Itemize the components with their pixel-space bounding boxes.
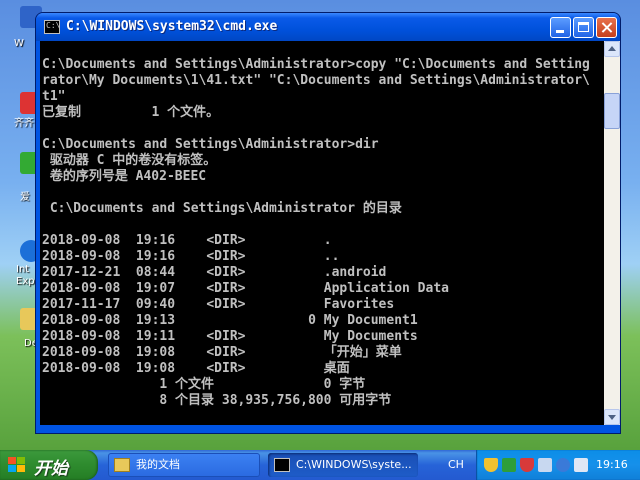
desktop-icon-label: 爱 <box>20 192 30 203</box>
network-icon[interactable] <box>502 458 516 472</box>
maximize-button[interactable] <box>573 17 594 38</box>
update-icon[interactable] <box>556 458 570 472</box>
task-label: C:\WINDOWS\syste... <box>296 458 412 471</box>
console-text: C:\Documents and Settings\Administrator>… <box>42 57 590 408</box>
volume-icon[interactable] <box>574 458 588 472</box>
window-title: C:\WINDOWS\system32\cmd.exe <box>66 19 278 34</box>
desktop-icon-label: Exp <box>16 276 35 287</box>
window-frame-bottom <box>36 425 620 433</box>
scroll-thumb[interactable] <box>604 93 620 129</box>
window-titlebar[interactable]: C:\ C:\WINDOWS\system32\cmd.exe <box>36 13 620 41</box>
task-my-documents[interactable]: 我的文档 <box>108 453 260 477</box>
language-indicator[interactable]: CH <box>448 458 464 471</box>
cmd-window[interactable]: C:\ C:\WINDOWS\system32\cmd.exe C:\Docum… <box>36 13 620 433</box>
cmd-icon <box>274 458 290 472</box>
close-button[interactable] <box>596 17 617 38</box>
windows-logo-icon <box>8 457 26 473</box>
shield-icon[interactable] <box>484 458 498 472</box>
system-tray: 19:16 <box>476 450 640 480</box>
vertical-scrollbar[interactable] <box>604 41 620 425</box>
start-button[interactable]: 开始 <box>0 450 98 480</box>
folder-icon <box>114 458 130 472</box>
cmd-icon[interactable]: C:\ <box>44 20 60 34</box>
minimize-button[interactable] <box>550 17 571 38</box>
task-label: 我的文档 <box>136 458 180 471</box>
desktop-icon-label: 齐齐 <box>14 118 34 129</box>
clock: 19:16 <box>596 458 628 471</box>
start-label: 开始 <box>34 459 68 479</box>
desktop-icon-label: Int <box>16 264 30 275</box>
scroll-down-button[interactable] <box>604 409 620 425</box>
console-output[interactable]: C:\Documents and Settings\Administrator>… <box>40 41 604 425</box>
task-cmd[interactable]: C:\WINDOWS\syste... <box>268 453 418 477</box>
desktop-icon-label: W <box>14 38 24 49</box>
security-alert-icon[interactable] <box>520 458 534 472</box>
display-icon[interactable] <box>538 458 552 472</box>
scroll-up-button[interactable] <box>604 41 620 57</box>
taskbar: 开始 我的文档 C:\WINDOWS\syste... CH 19:16 <box>0 450 640 480</box>
